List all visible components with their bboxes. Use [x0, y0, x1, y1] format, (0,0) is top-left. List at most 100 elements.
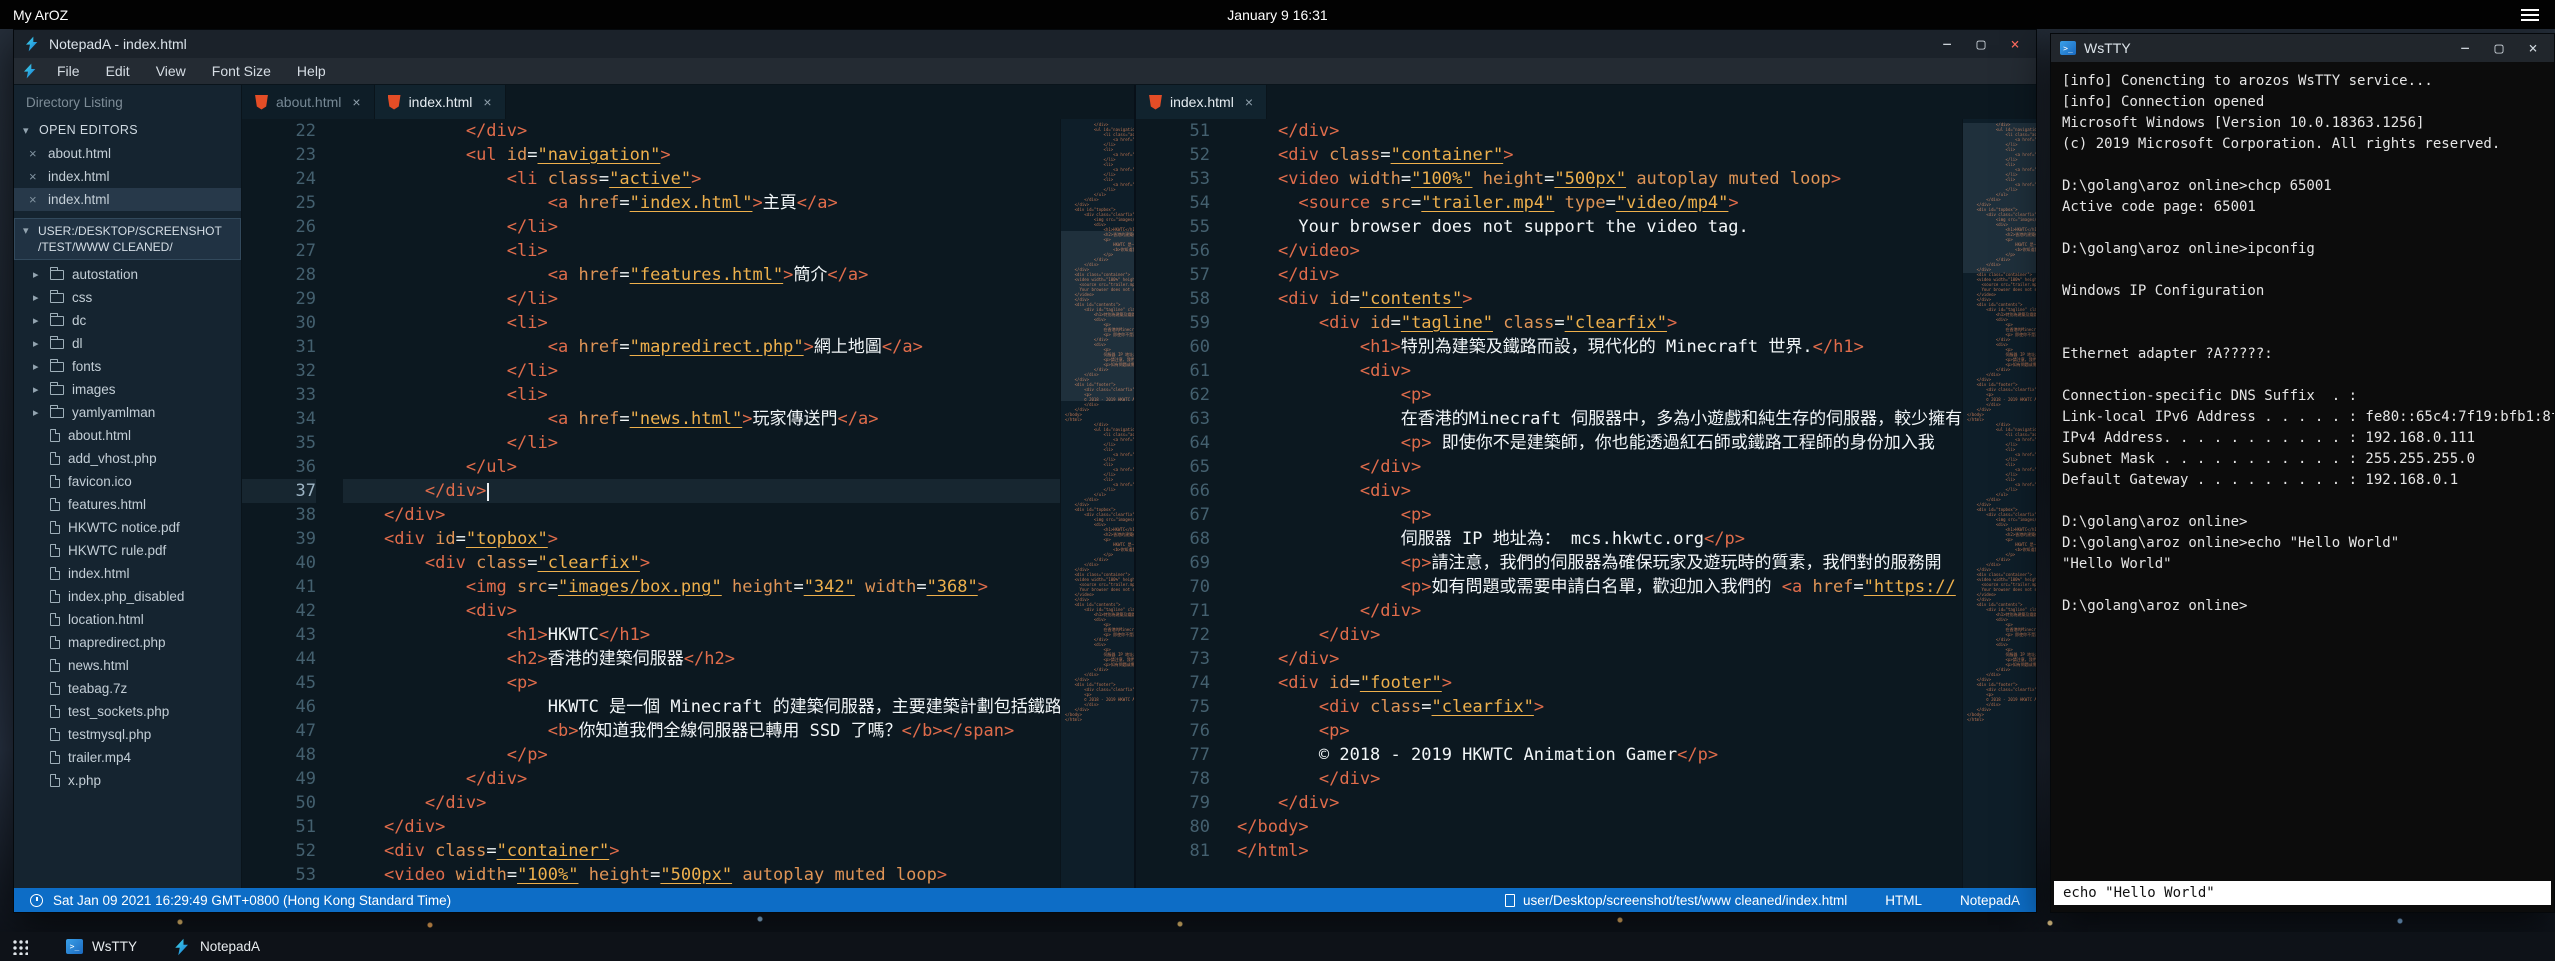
window-controls: − ▢ × — [1930, 30, 2032, 58]
tab-index.html[interactable]: index.html× — [1136, 85, 1267, 119]
code-line: <a href="mapredirect.php">網上地圖</a> — [343, 335, 1060, 359]
tree-file[interactable]: features.html — [14, 493, 241, 516]
close-editor-icon[interactable]: × — [29, 146, 39, 161]
code-line: </div> — [1237, 791, 1962, 815]
menu-file[interactable]: File — [44, 60, 93, 82]
file-sidebar: Directory Listing ▾ OPEN EDITORS ×about.… — [14, 85, 242, 888]
code-line: Your browser does not support the video … — [1237, 215, 1962, 239]
tree-file[interactable]: testmysql.php — [14, 723, 241, 746]
code-line: </body> — [1237, 815, 1962, 839]
tree-file[interactable]: favicon.ico — [14, 470, 241, 493]
maximize-button[interactable]: ▢ — [2482, 34, 2516, 62]
terminal-line — [2062, 218, 2543, 239]
document-icon — [1505, 894, 1515, 907]
tree-file[interactable]: index.html — [14, 562, 241, 585]
tree-file[interactable]: add_vhost.php — [14, 447, 241, 470]
tree-file[interactable]: trailer.mp4 — [14, 746, 241, 769]
taskbar-item-wstty[interactable]: >_ WsTTY — [48, 932, 155, 961]
sidebar-header: Directory Listing — [14, 85, 241, 118]
close-editor-icon[interactable]: × — [29, 169, 39, 184]
notepada-titlebar[interactable]: NotepadA - index.html − ▢ × — [14, 30, 2036, 58]
tree-folder[interactable]: ▸dl — [14, 332, 241, 355]
tree-folder[interactable]: ▸yamlyamlman — [14, 401, 241, 424]
workspace-root-folder[interactable]: ▾ USER:/DESKTOP/SCREENSHOT /TEST/WWW CLE… — [14, 218, 241, 260]
code-line: <a href="features.html">簡介</a> — [343, 263, 1060, 287]
tree-file[interactable]: mapredirect.php — [14, 631, 241, 654]
tree-file[interactable]: test_sockets.php — [14, 700, 241, 723]
open-editors-section[interactable]: ▾ OPEN EDITORS — [14, 118, 241, 142]
open-editor-item[interactable]: ×index.html — [14, 165, 241, 188]
code-line: <b>你知道我們全線伺服器已轉用 SSD 了嗎？</b></span> — [343, 719, 1060, 743]
tree-file[interactable]: x.php — [14, 769, 241, 792]
expand-arrow-icon: ▸ — [33, 383, 42, 396]
tree-file[interactable]: HKWTC rule.pdf — [14, 539, 241, 562]
minimap-viewport[interactable] — [1963, 123, 2036, 273]
tree-file[interactable]: index.php_disabled — [14, 585, 241, 608]
editor-pane-left: about.html×index.html× 22232425262728293… — [242, 85, 1136, 888]
minimize-button[interactable]: − — [1930, 30, 1964, 58]
code-line: </li> — [343, 431, 1060, 455]
terminal-input[interactable]: echo "Hello World" — [2054, 881, 2551, 905]
line-number: 27 — [242, 239, 316, 263]
wstty-titlebar[interactable]: >_ WsTTY − ▢ × — [2051, 34, 2554, 62]
notepada-window: NotepadA - index.html − ▢ × FileEditView… — [13, 29, 2037, 913]
tab-about.html[interactable]: about.html× — [242, 85, 375, 119]
close-button[interactable]: × — [2516, 34, 2550, 62]
minimap-viewport[interactable] — [1061, 231, 1134, 401]
close-editor-icon[interactable]: × — [29, 192, 39, 207]
maximize-button[interactable]: ▢ — [1964, 30, 1998, 58]
menu-edit[interactable]: Edit — [93, 60, 143, 82]
html-file-icon — [1149, 95, 1162, 110]
menu-view[interactable]: View — [143, 60, 199, 82]
tree-file[interactable]: about.html — [14, 424, 241, 447]
line-number: 22 — [242, 119, 316, 143]
terminal-line: Link-local IPv6 Address . . . . . : fe80… — [2062, 407, 2543, 428]
terminal-line: [info] Conencting to arozos WsTTY servic… — [2062, 71, 2543, 92]
code-line: <h2>香港的建築伺服器</h2> — [343, 647, 1060, 671]
app-grid-icon[interactable] — [11, 938, 28, 955]
open-editor-item[interactable]: ×about.html — [14, 142, 241, 165]
tree-file[interactable]: news.html — [14, 654, 241, 677]
folder-name: fonts — [72, 359, 101, 374]
close-tab-icon[interactable]: × — [483, 94, 491, 110]
tab-index.html[interactable]: index.html× — [375, 85, 506, 119]
tree-folder[interactable]: ▸images — [14, 378, 241, 401]
statusbar-language-mode[interactable]: HTML — [1885, 893, 1922, 908]
file-icon — [50, 429, 60, 442]
menu-help[interactable]: Help — [284, 60, 339, 82]
hamburger-menu-icon[interactable] — [2521, 9, 2539, 21]
tree-folder[interactable]: ▸fonts — [14, 355, 241, 378]
tree-folder[interactable]: ▸dc — [14, 309, 241, 332]
code-editor-right[interactable]: </div> <div class="container"> <video wi… — [1232, 119, 1962, 888]
line-number: 78 — [1136, 767, 1210, 791]
line-number: 66 — [1136, 479, 1210, 503]
expand-arrow-icon: ▸ — [33, 337, 42, 350]
line-number: 81 — [1136, 839, 1210, 863]
code-line: </div> — [343, 479, 1060, 503]
notepada-logo-icon — [24, 36, 40, 52]
code-editor-left[interactable]: </div> <ul id="navigation"> <li class="a… — [338, 119, 1060, 888]
minimap-right[interactable]: </div> <ul id="navigation"> <li class="a… — [1962, 119, 2036, 888]
line-number: 65 — [1136, 455, 1210, 479]
terminal-line: D:\golang\aroz online>echo "Hello World" — [2062, 533, 2543, 554]
menu-font-size[interactable]: Font Size — [199, 60, 284, 82]
code-line: </ul> — [343, 455, 1060, 479]
close-button[interactable]: × — [1998, 30, 2032, 58]
tree-folder[interactable]: ▸css — [14, 286, 241, 309]
minimap-left[interactable]: </div> <ul id="navigation"> <li class="a… — [1060, 119, 1134, 888]
file-icon — [50, 590, 60, 603]
file-icon — [50, 636, 60, 649]
code-line: <p> — [1237, 503, 1962, 527]
close-tab-icon[interactable]: × — [352, 94, 360, 110]
tree-file[interactable]: HKWTC notice.pdf — [14, 516, 241, 539]
taskbar-item-notepada[interactable]: NotepadA — [155, 932, 278, 961]
tree-file[interactable]: location.html — [14, 608, 241, 631]
open-editor-item[interactable]: ×index.html — [14, 188, 241, 211]
tree-folder[interactable]: ▸autostation — [14, 263, 241, 286]
minimize-button[interactable]: − — [2448, 34, 2482, 62]
tree-file[interactable]: teabag.7z — [14, 677, 241, 700]
terminal-output[interactable]: [info] Conencting to arozos WsTTY servic… — [2051, 62, 2554, 881]
line-number: 64 — [1136, 431, 1210, 455]
close-tab-icon[interactable]: × — [1245, 94, 1253, 110]
system-top-bar: My ArOZ January 9 16:31 — [0, 0, 2555, 29]
